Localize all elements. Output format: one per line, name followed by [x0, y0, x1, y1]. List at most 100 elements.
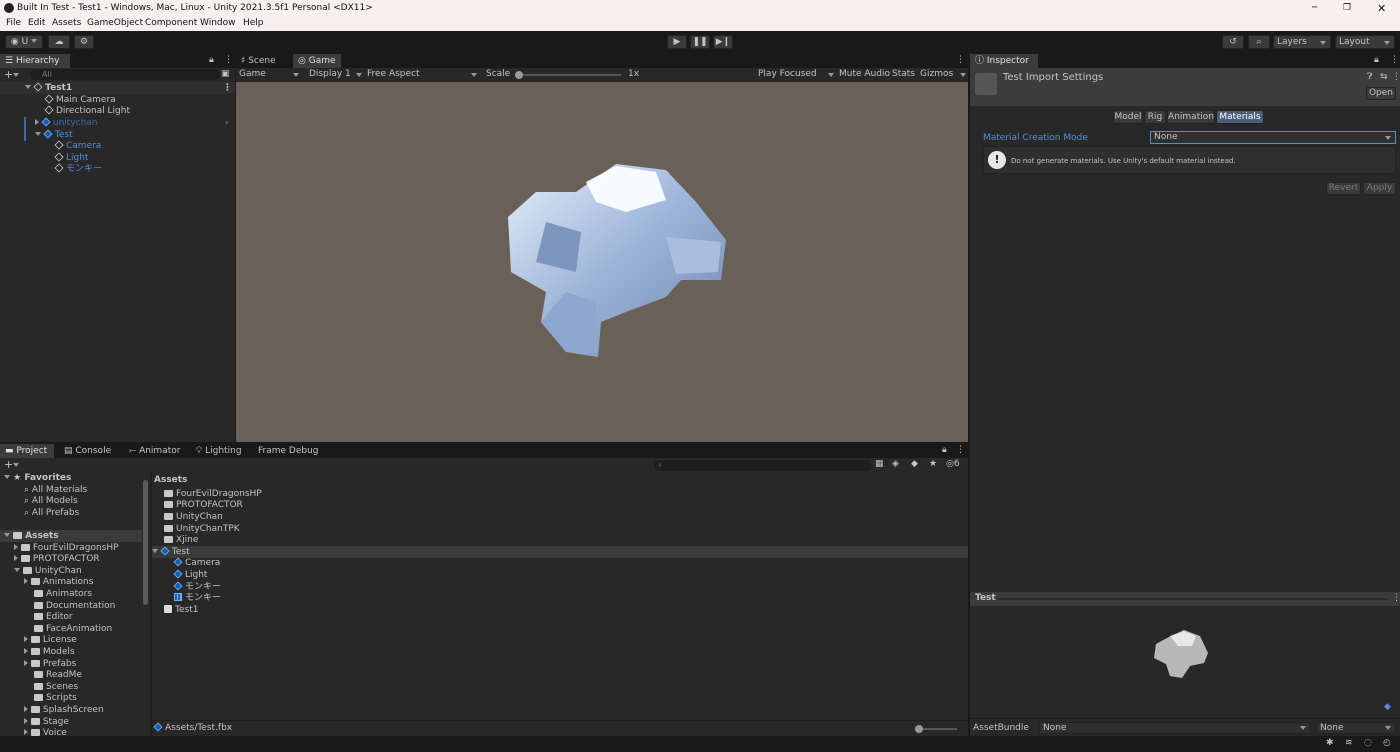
layout-dropdown[interactable]: Layout	[1335, 35, 1395, 49]
tree-scrollbar[interactable]	[143, 480, 148, 605]
tab-lighting[interactable]: 💡︎ Lighting	[191, 444, 247, 458]
list-item[interactable]: UnityChan	[164, 511, 223, 523]
menu-edit[interactable]: Edit	[28, 18, 45, 28]
list-item[interactable]: Light	[173, 569, 207, 581]
menu-assets[interactable]: Assets	[52, 18, 81, 28]
tree-item[interactable]: ReadMe	[34, 669, 82, 681]
favorite-all-models[interactable]: ⌕ All Models	[24, 495, 78, 507]
hierarchy-item-directional-light[interactable]: Directional Light	[44, 105, 130, 117]
project-search-input[interactable]: ⌕	[654, 460, 872, 471]
preview-drag-handle[interactable]	[998, 598, 1388, 600]
game-mode-dropdown[interactable]: Game	[239, 69, 299, 79]
game-render-area[interactable]	[236, 82, 968, 442]
hierarchy-item-camera[interactable]: Camera	[54, 140, 101, 152]
tab-inspector[interactable]: ⓘ Inspector	[970, 54, 1038, 68]
search-icon[interactable]: ⌕	[1248, 35, 1270, 49]
more-icon[interactable]: ⋮	[956, 445, 965, 455]
tree-item[interactable]: Scripts	[34, 692, 77, 704]
favorite-all-prefabs[interactable]: ⌕ All Prefabs	[24, 507, 79, 519]
preset-icon[interactable]: ⇆	[1380, 72, 1388, 82]
more-icon[interactable]: ⋮	[1392, 593, 1400, 603]
pause-button[interactable]: ❚❚	[690, 35, 710, 49]
progress-icon[interactable]: ◴	[1383, 738, 1391, 748]
search-by-type-icon[interactable]: ▦	[875, 459, 884, 469]
tab-project[interactable]: ▬ Project	[0, 444, 54, 458]
menu-gameobject[interactable]: GameObject	[87, 18, 143, 28]
list-item[interactable]: Test1	[164, 604, 198, 616]
open-button[interactable]: Open	[1366, 87, 1396, 100]
tab-game[interactable]: ◎ Game	[293, 54, 341, 68]
tab-materials[interactable]: Materials	[1216, 110, 1264, 124]
aspect-dropdown[interactable]: Free Aspect	[367, 69, 479, 79]
more-icon[interactable]: ⋮	[956, 55, 965, 65]
tree-item[interactable]: SplashScreen	[24, 704, 104, 716]
mute-audio-toggle[interactable]: Mute Audio	[839, 69, 890, 79]
list-item[interactable]: Xjine	[164, 534, 198, 546]
tab-scene[interactable]: ♯ Scene	[236, 54, 291, 68]
play-focused-dropdown[interactable]: Play Focused	[758, 69, 834, 79]
hierarchy-search-input[interactable]: All	[30, 69, 220, 80]
layers-icon[interactable]: ≋	[1345, 738, 1353, 748]
lock-icon[interactable]: 🔒︎	[209, 55, 214, 65]
play-button[interactable]: ▶	[667, 35, 687, 49]
more-icon[interactable]: ⋮	[224, 55, 233, 65]
assetbundle-variant-dropdown[interactable]: None	[1316, 722, 1396, 734]
create-icon[interactable]: +	[4, 458, 20, 471]
scene-root[interactable]: Test1 ⋮	[0, 82, 235, 94]
account-dropdown[interactable]: ◉ U	[5, 35, 43, 49]
cache-icon[interactable]: ◌	[1364, 738, 1372, 748]
apply-button[interactable]: Apply	[1363, 182, 1396, 195]
lock-icon[interactable]: 🔒︎	[1374, 55, 1379, 65]
tree-item[interactable]: Voice	[24, 727, 67, 736]
revert-button[interactable]: Revert	[1326, 182, 1361, 195]
tab-frame-debug[interactable]: Frame Debug	[253, 444, 323, 458]
hierarchy-item-monkey[interactable]: モンキー	[54, 163, 102, 175]
favorite-icon[interactable]: ★	[929, 459, 937, 469]
tab-animation[interactable]: Animation	[1167, 110, 1215, 124]
maximize-button[interactable]: ❐	[1343, 0, 1351, 17]
scale-slider-handle[interactable]	[515, 71, 523, 79]
assetbundle-dropdown[interactable]: None	[1039, 722, 1311, 734]
help-icon[interactable]: ❓︎	[1367, 72, 1372, 82]
scale-slider[interactable]	[515, 71, 621, 79]
gizmos-toggle[interactable]: Gizmos	[920, 69, 966, 79]
menu-file[interactable]: File	[6, 18, 21, 28]
tab-model[interactable]: Model	[1113, 110, 1143, 124]
display-dropdown[interactable]: Display 1	[309, 69, 365, 79]
tree-item[interactable]: License	[24, 634, 77, 646]
tree-item[interactable]: Models	[24, 646, 75, 658]
tree-item[interactable]: PROTOFACTOR	[14, 553, 100, 565]
icon-size-slider-handle[interactable]	[915, 725, 923, 733]
search-by-label-icon[interactable]: ◈	[892, 459, 899, 469]
close-button[interactable]: ✕	[1377, 0, 1386, 17]
hidden-packages-icon[interactable]: ◎6	[946, 459, 960, 469]
list-item[interactable]: モンキー	[174, 592, 221, 604]
tree-item[interactable]: Animations	[24, 576, 93, 588]
tab-hierarchy[interactable]: ☰ Hierarchy	[0, 54, 70, 68]
hierarchy-item-unitychan[interactable]: unitychan ›	[35, 117, 235, 129]
tag-icon[interactable]: ◆	[911, 459, 918, 469]
menu-component[interactable]: Component	[145, 18, 197, 28]
search-filter-icon[interactable]: ▣	[221, 69, 230, 79]
more-icon[interactable]: ⋮	[1392, 72, 1400, 82]
stats-toggle[interactable]: Stats	[892, 69, 915, 79]
history-icon[interactable]: ↺	[1222, 35, 1244, 49]
tree-item[interactable]: Animators	[34, 588, 92, 600]
assets-header[interactable]: Assets	[0, 530, 142, 542]
label-icon[interactable]: ◆	[1384, 702, 1391, 712]
scene-more-icon[interactable]: ⋮	[223, 82, 232, 94]
list-item[interactable]: PROTOFACTOR	[164, 499, 243, 511]
minimize-button[interactable]: ─	[1312, 0, 1322, 17]
preview-area[interactable]: ◆	[970, 606, 1400, 716]
cloud-icon[interactable]: ☁	[48, 35, 70, 49]
list-item-selected[interactable]: Test	[152, 546, 968, 558]
tab-console[interactable]: ▤ Console	[59, 444, 119, 458]
tree-item[interactable]: Editor	[34, 611, 73, 623]
menu-help[interactable]: Help	[243, 18, 264, 28]
favorites-header[interactable]: ★ Favorites	[4, 472, 71, 484]
list-item[interactable]: Camera	[173, 557, 220, 569]
lock-icon[interactable]: 🔒︎	[942, 445, 947, 455]
menu-window[interactable]: Window	[200, 18, 236, 28]
tab-animator[interactable]: ⤚ Animator	[124, 444, 184, 458]
add-icon[interactable]: +	[4, 68, 20, 81]
